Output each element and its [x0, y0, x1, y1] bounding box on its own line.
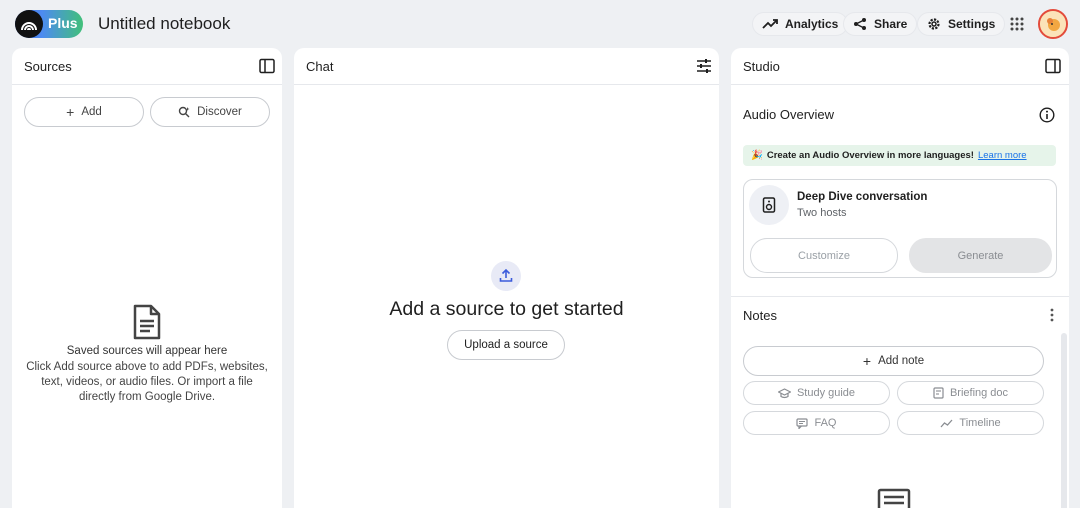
audio-overview-title: Audio Overview: [743, 107, 835, 122]
audio-language-banner: 🎉 Create an Audio Overview in more langu…: [743, 145, 1056, 166]
faq-label: FAQ: [814, 417, 837, 429]
upload-icon: [499, 268, 513, 282]
chat-header: Chat: [294, 48, 719, 85]
add-note-button[interactable]: + Add note: [743, 346, 1044, 376]
info-icon[interactable]: [1039, 107, 1055, 123]
briefing-doc-label: Briefing doc: [949, 387, 1009, 399]
collapse-studio-icon[interactable]: [1045, 58, 1061, 74]
study-guide-label: Study guide: [796, 387, 856, 399]
deep-dive-subtitle: Two hosts: [797, 207, 847, 219]
plus-icon: +: [66, 104, 75, 120]
studio-title: Studio: [743, 59, 780, 74]
app-logo[interactable]: Plus: [15, 10, 83, 38]
upload-source-button[interactable]: Upload a source: [447, 330, 565, 360]
briefing-doc-icon: [933, 387, 944, 399]
analytics-label: Analytics: [785, 17, 839, 31]
share-button[interactable]: Share: [843, 12, 918, 36]
more-vert-icon[interactable]: [1050, 308, 1054, 322]
sources-header: Sources: [12, 48, 282, 85]
discover-button[interactable]: Discover: [150, 97, 270, 127]
upload-icon-circle: [491, 261, 521, 291]
studio-panel: Studio Audio Overview 🎉 Create an Audio …: [731, 48, 1069, 508]
learn-more-link[interactable]: Learn more: [978, 150, 1027, 161]
add-note-label: Add note: [878, 355, 925, 367]
studio-divider: [731, 296, 1069, 297]
avatar-image: [1040, 11, 1066, 37]
share-icon: [854, 18, 866, 30]
settings-label: Settings: [948, 17, 996, 31]
briefing-doc-button[interactable]: Briefing doc: [897, 381, 1044, 405]
document-icon: [133, 304, 161, 340]
chat-title: Chat: [306, 59, 334, 74]
add-source-button[interactable]: + Add: [24, 97, 144, 127]
trending-up-icon: [762, 19, 778, 29]
analytics-button[interactable]: Analytics: [752, 12, 849, 36]
sources-panel: Sources + Add Discover Saved sources wil…: [12, 48, 282, 508]
sources-title: Sources: [24, 59, 72, 74]
notebooklm-logo-icon: [15, 10, 43, 38]
notes-scrollbar[interactable]: [1061, 333, 1067, 508]
settings-button[interactable]: Settings: [917, 12, 1006, 36]
notes-empty-icon: [877, 488, 911, 508]
timeline-button[interactable]: Timeline: [897, 411, 1044, 435]
chat-panel: Chat Add a source to get started Upload …: [294, 48, 719, 508]
empty-sources-description: Click Add source above to add PDFs, webs…: [26, 361, 268, 403]
customize-button[interactable]: Customize: [750, 238, 898, 273]
plan-label: Plus: [48, 15, 78, 31]
add-source-label: Add: [81, 106, 102, 118]
deep-dive-title: Deep Dive conversation: [797, 191, 928, 203]
top-bar: Plus Untitled notebook Analytics Share S…: [0, 0, 1080, 48]
speaker-icon-circle: [749, 185, 789, 225]
timeline-label: Timeline: [959, 417, 1001, 429]
notebook-title[interactable]: Untitled notebook: [98, 14, 230, 34]
banner-text: Create an Audio Overview in more languag…: [766, 150, 974, 161]
share-label: Share: [874, 17, 908, 31]
plus-icon: +: [862, 353, 872, 369]
tune-icon[interactable]: [696, 58, 712, 74]
faq-icon: [796, 417, 809, 429]
avatar[interactable]: [1038, 9, 1068, 39]
study-guide-button[interactable]: Study guide: [743, 381, 890, 405]
discover-label: Discover: [197, 106, 242, 118]
empty-sources-title: Saved sources will appear here: [66, 345, 228, 357]
chat-empty-heading: Add a source to get started: [389, 298, 624, 320]
party-icon: 🎉: [751, 150, 763, 161]
discover-search-icon: [178, 106, 190, 118]
upload-source-label: Upload a source: [464, 339, 548, 351]
school-icon: [777, 387, 791, 398]
collapse-panel-icon[interactable]: [259, 58, 275, 74]
apps-grid-icon[interactable]: [1009, 16, 1025, 32]
gear-icon: [928, 18, 940, 30]
deep-dive-card: Deep Dive conversation Two hosts Customi…: [743, 179, 1057, 278]
generate-button[interactable]: Generate: [909, 238, 1052, 273]
studio-header: Studio: [731, 48, 1069, 85]
notes-title: Notes: [743, 308, 777, 323]
faq-button[interactable]: FAQ: [743, 411, 890, 435]
timeline-icon: [940, 419, 953, 427]
speaker-icon: [762, 197, 776, 213]
